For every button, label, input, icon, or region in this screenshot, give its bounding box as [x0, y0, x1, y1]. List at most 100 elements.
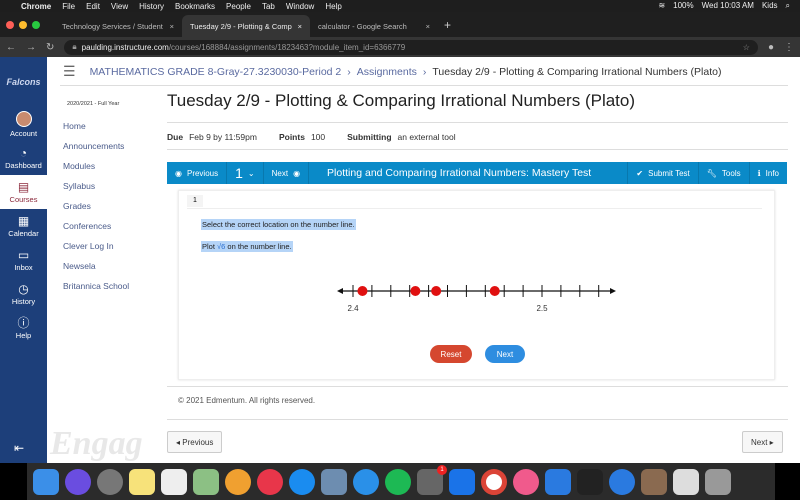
hamburger-menu-icon[interactable]: ☰ — [63, 63, 76, 80]
course-nav-modules[interactable]: Modules — [63, 161, 129, 181]
notes-icon[interactable] — [129, 468, 155, 495]
launchpad-icon[interactable] — [97, 468, 123, 495]
tab-assignment[interactable]: Tuesday 2/9 - Plotting & Comp × — [182, 15, 310, 37]
points-value: 100 — [310, 132, 326, 142]
back-icon[interactable]: ← — [6, 42, 16, 53]
nav-dashboard[interactable]: ◔ Dashboard — [0, 141, 47, 175]
tab-calculator[interactable]: calculator - Google Search × — [310, 15, 438, 37]
course-nav-britannica[interactable]: Britannica School — [63, 281, 129, 301]
user-name[interactable]: Kids — [762, 1, 778, 11]
nav-calendar[interactable]: ▦ Calendar — [0, 209, 47, 243]
number-line[interactable]: 2.4 2.5 — [329, 276, 629, 326]
app-store-icon[interactable] — [289, 468, 315, 495]
search-icon[interactable]: ⌕ — [786, 1, 790, 11]
spotify-icon[interactable] — [385, 468, 411, 495]
news-icon[interactable] — [257, 468, 283, 495]
breadcrumb: ☰ MATHEMATICS GRADE 8-Gray-27.3230030-Pe… — [63, 63, 722, 80]
breadcrumb-assignments[interactable]: Assignments — [357, 66, 417, 78]
course-nav-syllabus[interactable]: Syllabus — [63, 181, 129, 201]
school-logo[interactable]: Falcons — [0, 57, 47, 107]
battery-status[interactable]: 100% — [673, 1, 693, 11]
next-button[interactable]: Next — [485, 345, 525, 363]
wifi-icon[interactable]: ≋ — [658, 1, 665, 11]
close-tab-icon[interactable]: × — [426, 22, 430, 31]
nav-help[interactable]: ⓘ Help — [0, 311, 47, 345]
bookmark-star-icon[interactable]: ☆ — [743, 43, 750, 52]
printer-icon[interactable] — [577, 468, 603, 495]
submit-test-button[interactable]: ✔ Submit Test — [628, 162, 699, 184]
chrome-icon[interactable] — [481, 468, 507, 495]
plotted-point[interactable] — [357, 286, 368, 296]
photo-thumbnail-icon[interactable] — [641, 468, 667, 495]
dashboard-icon: ◔ — [19, 145, 28, 160]
menu-view[interactable]: View — [111, 2, 128, 11]
menu-bookmarks[interactable]: Bookmarks — [175, 2, 215, 11]
tools-button[interactable]: 🔧︎ Tools — [699, 162, 750, 184]
course-nav-grades[interactable]: Grades — [63, 201, 129, 221]
breadcrumb-course[interactable]: MATHEMATICS GRADE 8-Gray-27.3230030-Peri… — [90, 66, 342, 78]
close-tab-icon[interactable]: × — [298, 22, 302, 31]
roblox-icon[interactable] — [449, 468, 475, 495]
maps-icon[interactable] — [193, 468, 219, 495]
bluetooth-icon[interactable] — [545, 468, 571, 495]
label: Tools — [721, 168, 741, 178]
collapse-nav-icon[interactable]: ⇤ — [14, 441, 24, 455]
reminders-icon[interactable] — [161, 468, 187, 495]
question-prompt: Plot √6 on the number line. — [201, 241, 293, 252]
finder-icon[interactable] — [33, 468, 59, 495]
tab-technology-services[interactable]: Technology Services / Student × — [54, 15, 182, 37]
network-icon[interactable] — [609, 468, 635, 495]
system-preferences-icon[interactable]: 1 — [417, 464, 447, 495]
menu-people[interactable]: People — [226, 2, 251, 11]
chrome-menu-icon[interactable]: ⋮ — [784, 42, 794, 53]
photos-icon[interactable] — [225, 468, 251, 495]
maximize-window-button[interactable] — [32, 20, 40, 29]
close-tab-icon[interactable]: × — [170, 22, 174, 31]
plotted-point[interactable] — [410, 286, 421, 296]
question-selector[interactable]: 1 ⌄ — [227, 162, 264, 184]
nav-courses[interactable]: ▤ Courses — [0, 175, 47, 209]
nav-account[interactable]: Account — [0, 107, 47, 141]
preview-icon[interactable] — [321, 468, 347, 495]
menu-tab[interactable]: Tab — [262, 2, 275, 11]
new-tab-button[interactable]: + — [444, 18, 451, 32]
forward-icon[interactable]: → — [26, 42, 36, 53]
music-icon[interactable] — [513, 468, 539, 495]
siri-icon[interactable] — [65, 468, 91, 495]
module-next-button[interactable]: Next ▸ — [742, 431, 783, 453]
plotted-point[interactable] — [489, 286, 500, 296]
nav-inbox[interactable]: ▭ Inbox — [0, 243, 47, 277]
png-file-icon[interactable] — [673, 468, 699, 495]
menu-chrome[interactable]: Chrome — [21, 2, 51, 11]
divider — [187, 208, 762, 209]
reload-icon[interactable]: ↻ — [46, 42, 54, 53]
course-nav-clever[interactable]: Clever Log In — [63, 241, 129, 261]
clock[interactable]: Wed 10:03 AM — [702, 1, 754, 11]
course-nav-newsela[interactable]: Newsela — [63, 261, 129, 281]
nav-label: Inbox — [14, 262, 33, 272]
module-previous-button[interactable]: ◂ Previous — [167, 431, 223, 453]
trash-icon[interactable] — [705, 468, 731, 495]
test-toolbar: ◉ Previous 1 ⌄ Next ◉ Plotting and Comparin… — [167, 162, 787, 184]
menu-file[interactable]: File — [62, 2, 75, 11]
minimize-window-button[interactable] — [19, 20, 27, 29]
menu-edit[interactable]: Edit — [86, 2, 100, 11]
next-question-button[interactable]: Next ◉ — [264, 162, 310, 184]
course-nav-conferences[interactable]: Conferences — [63, 221, 129, 241]
profile-icon[interactable]: ● — [768, 42, 774, 53]
plotted-point[interactable] — [431, 286, 442, 296]
nav-history[interactable]: ◷ History — [0, 277, 47, 311]
menu-history[interactable]: History — [139, 2, 164, 11]
nav-label: Help — [15, 330, 32, 340]
url-input[interactable]: 🔒︎ paulding.instructure.com/courses/1688… — [64, 39, 758, 55]
course-nav-home[interactable]: Home — [63, 121, 129, 141]
info-button[interactable]: ℹ Info — [750, 162, 787, 184]
course-term: 2020/2021 - Full Year — [67, 101, 120, 107]
reset-button[interactable]: Reset — [430, 345, 472, 363]
previous-question-button[interactable]: ◉ Previous — [167, 162, 228, 184]
menu-window[interactable]: Window — [286, 2, 314, 11]
safari-icon[interactable] — [353, 468, 379, 495]
close-window-button[interactable] — [6, 20, 14, 29]
menu-help[interactable]: Help — [325, 2, 341, 11]
course-nav-announcements[interactable]: Announcements — [63, 141, 129, 161]
